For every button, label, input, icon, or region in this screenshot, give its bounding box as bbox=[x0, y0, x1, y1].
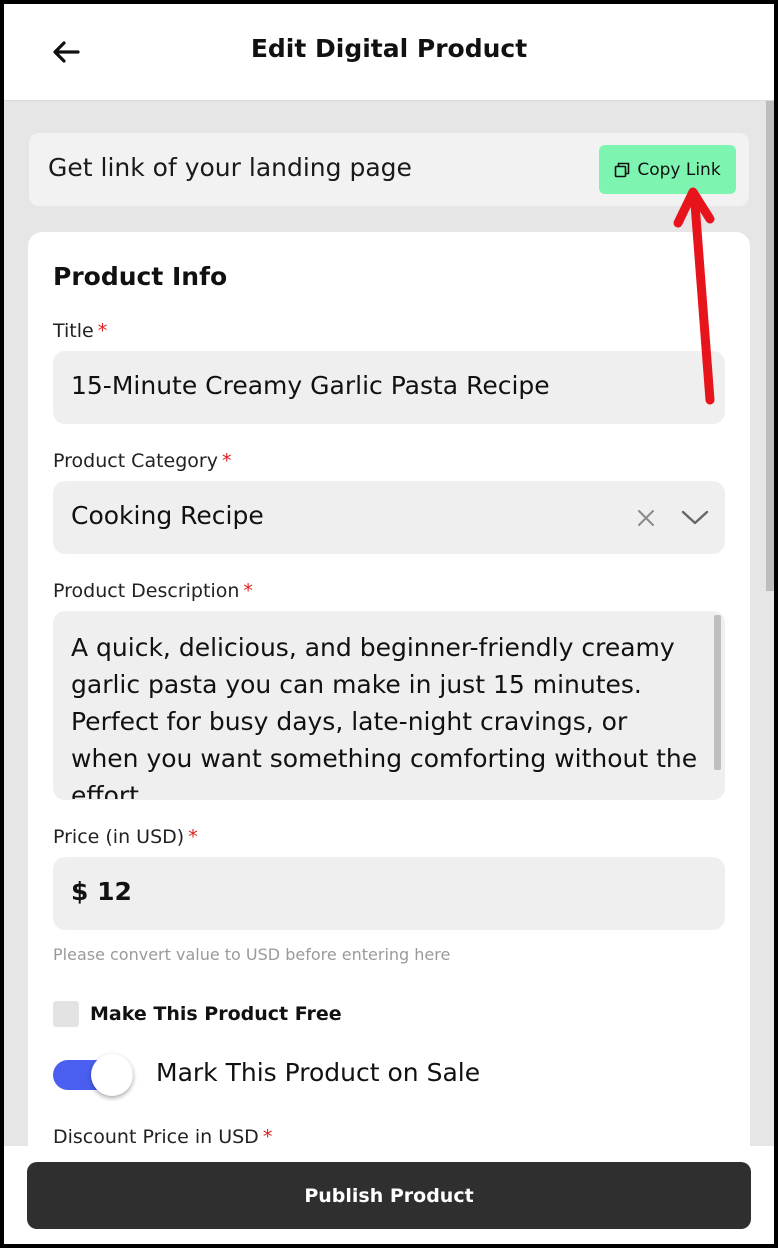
copy-link-button[interactable]: Copy Link bbox=[599, 145, 736, 194]
required-marker: * bbox=[243, 580, 253, 602]
description-label: Product Description * bbox=[53, 580, 253, 602]
title-input[interactable]: 15-Minute Creamy Garlic Pasta Recipe bbox=[53, 351, 725, 424]
price-input-value: $ 12 bbox=[71, 877, 132, 906]
app-frame: Edit Digital Product Get link of your la… bbox=[4, 4, 774, 1244]
discount-label: Discount Price in USD * bbox=[53, 1126, 273, 1148]
chevron-down-icon[interactable] bbox=[681, 510, 709, 526]
landing-link-card: Get link of your landing page Copy Link bbox=[29, 133, 749, 206]
top-bar: Edit Digital Product bbox=[4, 4, 774, 101]
footer-bar: Publish Product bbox=[4, 1146, 774, 1244]
page-scrollbar[interactable] bbox=[766, 101, 774, 591]
free-product-checkbox[interactable] bbox=[53, 1001, 79, 1027]
publish-product-button[interactable]: Publish Product bbox=[27, 1162, 751, 1229]
section-title: Product Info bbox=[53, 262, 228, 291]
description-textarea-value: A quick, delicious, and beginner-friendl… bbox=[71, 633, 698, 799]
required-marker: * bbox=[221, 450, 232, 472]
product-info-card: Product Info Title * 15-Minute Creamy Gar… bbox=[28, 232, 750, 1232]
price-input[interactable]: $ 12 bbox=[53, 857, 725, 930]
price-hint: Please convert value to USD before enter… bbox=[53, 945, 451, 964]
description-textarea[interactable]: A quick, delicious, and beginner-friendl… bbox=[53, 611, 725, 800]
landing-link-text: Get link of your landing page bbox=[48, 153, 412, 182]
page-title: Edit Digital Product bbox=[250, 34, 528, 63]
clear-icon[interactable] bbox=[637, 509, 655, 527]
copy-icon bbox=[615, 162, 630, 177]
free-product-label: Make This Product Free bbox=[90, 1003, 342, 1025]
category-label: Product Category * bbox=[53, 450, 232, 472]
sale-toggle-knob bbox=[91, 1054, 133, 1096]
required-marker: * bbox=[262, 1126, 273, 1148]
sale-toggle[interactable] bbox=[53, 1054, 133, 1096]
copy-link-label: Copy Link bbox=[637, 159, 721, 180]
required-marker: * bbox=[97, 320, 108, 342]
sale-toggle-label: Mark This Product on Sale bbox=[156, 1058, 481, 1087]
category-select-value: Cooking Recipe bbox=[71, 501, 264, 530]
price-label: Price (in USD) * bbox=[53, 826, 198, 848]
required-marker: * bbox=[188, 826, 198, 848]
category-select[interactable]: Cooking Recipe bbox=[53, 481, 725, 554]
description-scrollbar[interactable] bbox=[714, 615, 721, 770]
title-label: Title * bbox=[53, 320, 108, 342]
title-input-value: 15-Minute Creamy Garlic Pasta Recipe bbox=[71, 371, 550, 400]
